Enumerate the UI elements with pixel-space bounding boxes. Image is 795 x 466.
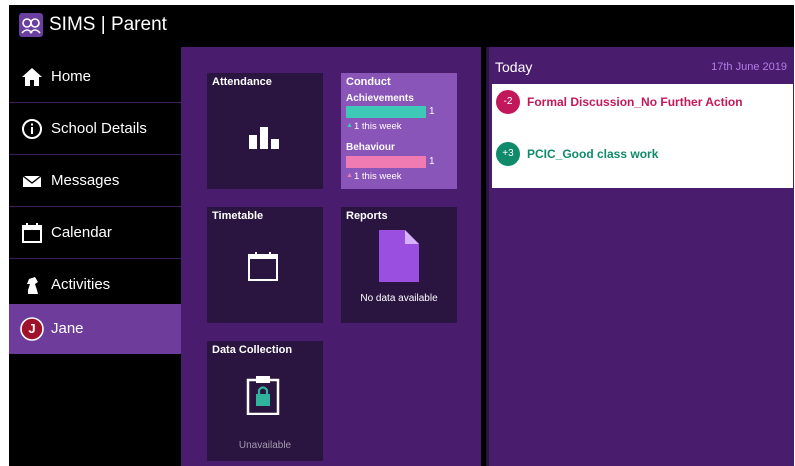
calendar-icon — [247, 250, 279, 287]
conduct-tile[interactable]: Conduct Achievements 1 ▲ 1 this week Beh… — [341, 73, 457, 189]
app-window: SIMS | Parent Home School Details Messag… — [9, 5, 794, 466]
achievements-bar — [346, 106, 426, 118]
achievements-label: Achievements — [346, 93, 414, 104]
data-collection-tile[interactable]: Data Collection Unavailable — [207, 341, 323, 461]
sidebar: Home School Details Messages Calendar Ac… — [9, 50, 181, 466]
sidebar-item-home[interactable]: Home — [9, 52, 181, 103]
sidebar-item-label: Home — [51, 68, 92, 85]
behaviour-week: 1 this week — [354, 171, 402, 182]
achievements-week: 1 this week — [354, 121, 402, 132]
sidebar-item-messages[interactable]: Messages — [9, 156, 181, 207]
sidebar-item-calendar[interactable]: Calendar — [9, 208, 181, 259]
event-badge: -2 — [496, 90, 520, 114]
event-text: PCIC_Good class work — [527, 147, 659, 161]
data-collection-status: Unavailable — [238, 440, 292, 451]
behaviour-label: Behaviour — [346, 142, 395, 153]
reports-tile[interactable]: Reports No data available — [341, 207, 457, 323]
chess-knight-icon — [21, 274, 43, 296]
tile-title: Data Collection — [212, 344, 293, 356]
dashboard-tiles: Attendance Conduct Achievements 1 ▲ 1 th… — [181, 47, 481, 466]
event-list: -2 Formal Discussion_No Further Action +… — [492, 84, 793, 188]
tile-title: Reports — [346, 210, 388, 222]
tile-title: Conduct — [346, 76, 391, 88]
up-arrow-icon: ▲ — [346, 172, 353, 179]
today-date: 17th June 2019 — [711, 61, 787, 73]
event-text: Formal Discussion_No Further Action — [527, 95, 743, 109]
sidebar-item-label: Calendar — [51, 224, 112, 241]
tile-title: Attendance — [212, 76, 272, 88]
timetable-tile[interactable]: Timetable — [207, 207, 323, 323]
sidebar-item-label: Messages — [51, 172, 120, 189]
avatar: J — [20, 317, 44, 341]
sidebar-item-jane[interactable]: J Jane — [9, 304, 181, 354]
document-icon — [379, 230, 419, 287]
tile-title: Timetable — [212, 210, 264, 222]
avatar-letter: J — [28, 321, 36, 336]
sims-logo-icon — [19, 13, 43, 37]
reports-status: No data available — [360, 293, 438, 304]
clipboard-lock-icon — [246, 375, 280, 420]
sidebar-item-school-details[interactable]: School Details — [9, 104, 181, 155]
home-icon — [21, 66, 43, 88]
today-title: Today — [495, 59, 533, 75]
bar-chart-icon — [247, 125, 283, 154]
calendar-icon — [21, 222, 43, 244]
info-icon — [21, 118, 43, 140]
app-title: SIMS | Parent — [49, 14, 167, 35]
up-arrow-icon: ▲ — [346, 122, 353, 129]
today-panel: Today 17th June 2019 -2 Formal Discussio… — [486, 47, 794, 466]
achievements-value: 1 — [429, 106, 435, 117]
behaviour-bar — [346, 156, 426, 168]
sidebar-item-label: Jane — [51, 320, 84, 337]
envelope-icon — [21, 170, 43, 192]
top-bar: SIMS | Parent — [9, 5, 794, 47]
behaviour-value: 1 — [429, 156, 435, 167]
event-badge: +3 — [496, 142, 520, 166]
sidebar-item-label: Activities — [51, 276, 111, 293]
sidebar-item-label: School Details — [51, 120, 147, 137]
attendance-tile[interactable]: Attendance — [207, 73, 323, 189]
